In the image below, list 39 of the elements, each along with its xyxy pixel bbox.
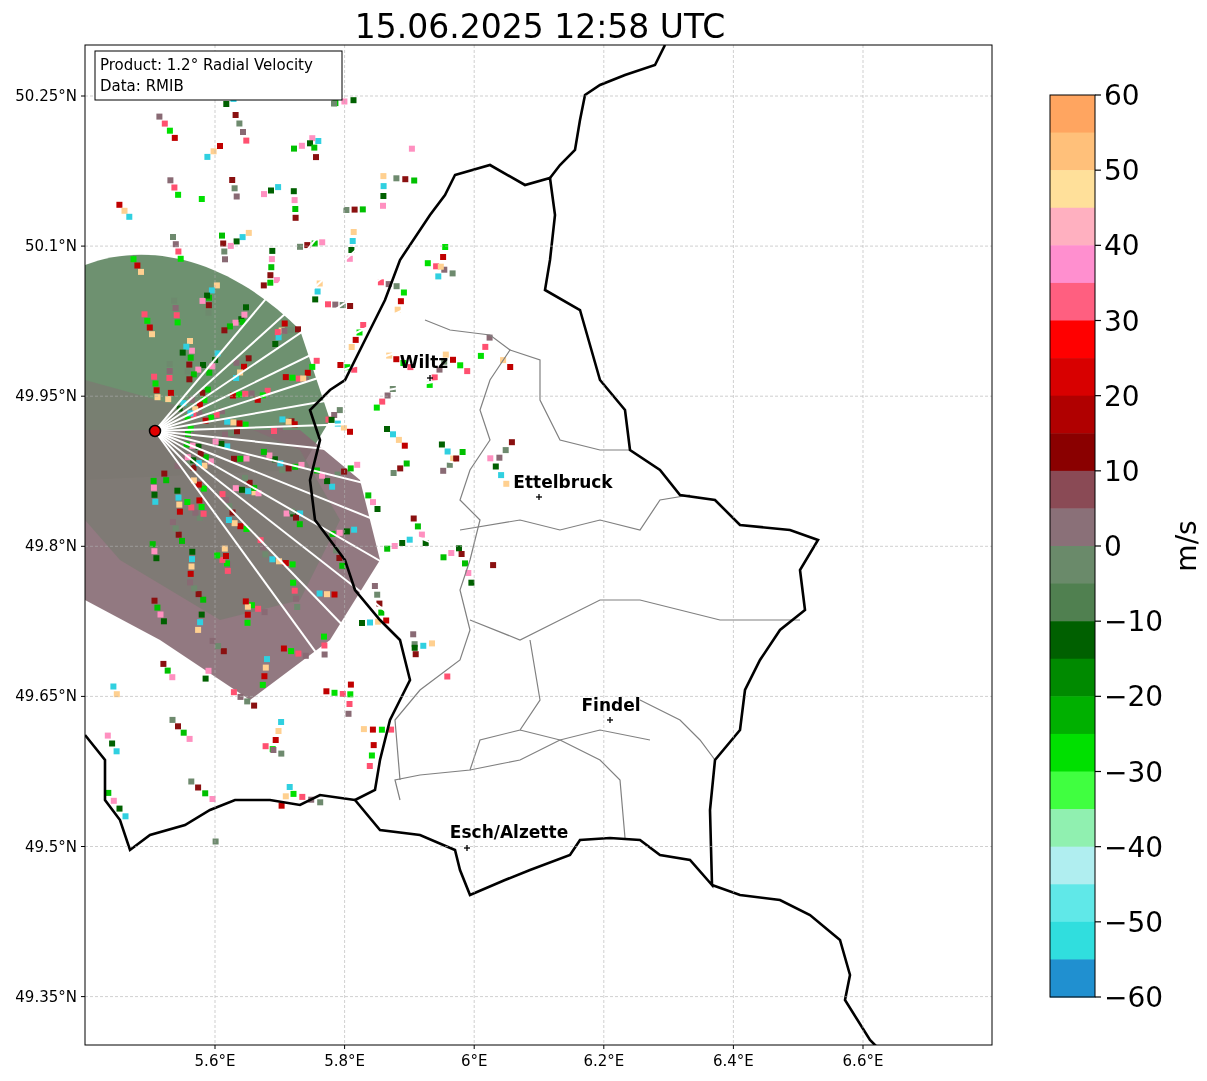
colorbar-tick-label: 10 — [1104, 454, 1140, 488]
axis-tick-label: 50.25°N — [15, 87, 77, 105]
info-text: Product: 1.2° Radial Velocity — [100, 56, 313, 74]
colorbar-tick-label: −20 — [1104, 680, 1164, 714]
city-marker — [463, 844, 471, 852]
colorbar-tick-label: 0 — [1104, 530, 1122, 563]
chart-title: 15.06.2025 12:58 UTC — [354, 7, 726, 46]
axis-tick-label: 49.5°N — [24, 837, 77, 856]
colorbar-label: m/s — [1170, 520, 1203, 572]
city-label: Wiltz — [399, 352, 449, 372]
radar-site-marker — [148, 424, 162, 438]
axis-tick-label: 49.65°N — [15, 687, 77, 706]
colorbar-tick-label: −40 — [1104, 830, 1164, 864]
axis-tick-label: 50.1°N — [24, 237, 77, 256]
colorbar-tick-label: 20 — [1104, 379, 1140, 413]
colorbar-tick-label: 40 — [1104, 229, 1140, 263]
city-marker — [426, 374, 434, 382]
city-label: Findel — [581, 695, 641, 715]
city-marker — [535, 493, 543, 501]
colorbar-tick-label: 50 — [1104, 154, 1140, 188]
colorbar-tick-label: −30 — [1104, 755, 1164, 789]
axis-tick-label: 49.95°N — [15, 387, 77, 406]
city-label: Ettelbruck — [513, 472, 613, 492]
colorbar-tick-label: −60 — [1104, 981, 1164, 1014]
axis-tick-label: 5.8°E — [324, 1052, 365, 1070]
colorbar-tick-label: −50 — [1104, 905, 1164, 939]
city-label: Esch/Alzette — [449, 822, 569, 842]
info-text: Data: RMIB — [100, 77, 184, 95]
axis-tick-label: 5.6°E — [194, 1052, 236, 1070]
axis-tick-label: 6°E — [460, 1052, 488, 1070]
colorbar-tick-label: 60 — [1104, 79, 1140, 112]
colorbar-tick-label: 30 — [1104, 304, 1140, 338]
axis-tick-label: 49.35°N — [15, 987, 77, 1006]
axis-tick-label: 6.6°E — [842, 1052, 884, 1070]
city-marker — [606, 716, 614, 724]
axis-tick-label: 6.2°E — [583, 1052, 625, 1070]
axis-tick-label: 49.8°N — [24, 537, 77, 556]
colorbar-tick-label: −10 — [1104, 605, 1164, 639]
axis-tick-label: 6.4°E — [713, 1052, 754, 1070]
